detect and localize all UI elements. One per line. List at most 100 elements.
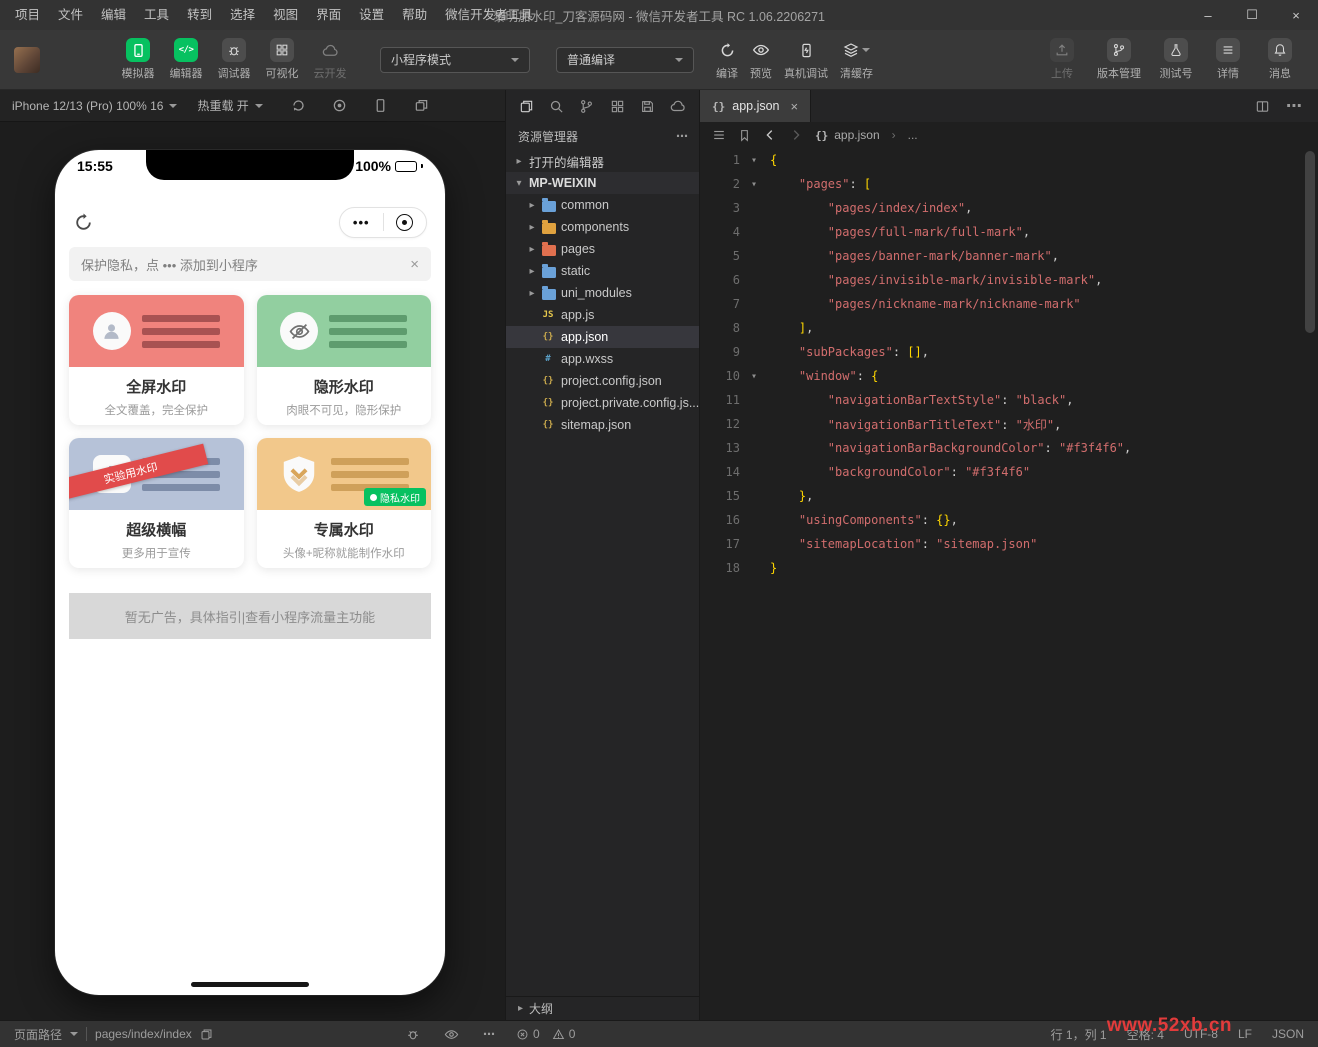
privacy-notice-bar[interactable]: 保护隐私，点 ••• 添加到小程序 × [69,247,431,281]
bookmark-icon[interactable] [738,129,751,142]
cloud-dev-button[interactable]: 云开发 [306,38,354,81]
vconsole-debug-icon[interactable] [406,1027,420,1041]
code-line-18[interactable]: 18} [700,556,1318,580]
close-button[interactable]: × [1274,0,1318,30]
device-debug-button[interactable]: 真机调试 [784,38,828,81]
split-editor-icon[interactable] [1255,99,1270,114]
breadcrumb-more[interactable]: ... [908,128,918,142]
avatar[interactable] [14,46,40,73]
code-line-8[interactable]: 8], [700,316,1318,340]
outline-list-icon[interactable] [712,128,726,142]
code-line-11[interactable]: 11 "navigationBarTextStyle": "black", [700,388,1318,412]
card-super-banner[interactable]: 实验用水印 超级横幅 更多用于宣传 [69,438,244,568]
cursor-position[interactable]: 行 1，列 1 [1051,1026,1107,1043]
files-icon[interactable] [519,99,534,114]
code-line-10[interactable]: 10 ▾ "window": { [700,364,1318,388]
menu-item-7[interactable]: 界面 [307,0,350,30]
menu-item-4[interactable]: 转到 [178,0,221,30]
code-line-3[interactable]: 3 "pages/index/index", [700,196,1318,220]
tree-item-sitemap.json[interactable]: {} sitemap.json [506,414,699,436]
breadcrumb-file[interactable]: {} app.json [815,128,880,142]
simulator-button[interactable]: 模拟器 [114,38,162,81]
details-button[interactable]: 详情 [1204,38,1252,81]
card-full-watermark[interactable]: 全屏水印 全文覆盖，完全保护 [69,295,244,425]
outline-section[interactable]: ▸ 大纲 [506,996,699,1020]
capsule-exit-button[interactable] [384,213,427,231]
multi-window-icon[interactable] [414,98,429,113]
record-icon[interactable] [332,98,347,113]
compile-button[interactable]: 编译 [716,38,738,81]
debugger-button[interactable]: 调试器 [210,38,258,81]
tree-item-static[interactable]: ▸ static [506,260,699,282]
compile-mode-select[interactable]: 普通编译 [556,46,694,73]
eol[interactable]: LF [1238,1027,1252,1041]
menu-item-0[interactable]: 项目 [6,0,49,30]
forward-icon[interactable] [789,128,803,142]
copy-icon[interactable] [200,1028,213,1041]
version-button[interactable]: 版本管理 [1090,38,1148,81]
menu-item-1[interactable]: 文件 [49,0,92,30]
maximize-button[interactable]: ☐ [1230,0,1274,30]
preview-button[interactable]: 预览 [750,38,772,81]
tree-item-uni_modules[interactable]: ▸ uni_modules [506,282,699,304]
code-line-4[interactable]: 4 "pages/full-mark/full-mark", [700,220,1318,244]
code-line-17[interactable]: 17 "sitemapLocation": "sitemap.json" [700,532,1318,556]
tree-item-[interactable]: ▸ 打开的编辑器 [506,150,699,172]
fold-chevron-icon[interactable]: ▾ [744,155,764,166]
messages-button[interactable]: 消息 [1256,38,1304,81]
page-path-value[interactable]: pages/index/index [95,1027,192,1041]
code-line-5[interactable]: 5 "pages/banner-mark/banner-mark", [700,244,1318,268]
tree-item-common[interactable]: ▸ common [506,194,699,216]
more-icon[interactable]: ⋯ [1286,96,1302,116]
card-exclusive-watermark[interactable]: 隐私水印 专属水印 头像+昵称就能制作水印 [256,438,431,568]
tree-item-pages[interactable]: ▸ pages [506,238,699,260]
tab-close-icon[interactable]: × [791,99,799,114]
fold-chevron-icon[interactable]: ▾ [744,179,764,190]
test-account-button[interactable]: 测试号 [1152,38,1200,81]
tree-item-MP-WEIXIN[interactable]: ▾ MP-WEIXIN [506,172,699,194]
menu-item-2[interactable]: 编辑 [92,0,135,30]
save-icon[interactable] [640,99,655,114]
upload-button[interactable]: 上传 [1038,38,1086,81]
minimize-button[interactable]: – [1186,0,1230,30]
hot-reload-select[interactable]: 热重载 开 [197,97,263,114]
menu-item-6[interactable]: 视图 [264,0,307,30]
tab-app-json[interactable]: {} app.json × [700,90,812,122]
clear-cache-button[interactable]: 清缓存 [840,38,873,81]
notice-close-icon[interactable]: × [410,256,419,273]
code-line-13[interactable]: 13 "navigationBarBackgroundColor": "#f3f4… [700,436,1318,460]
code-line-16[interactable]: 16 "usingComponents": {}, [700,508,1318,532]
capsule-more-button[interactable]: ••• [340,215,383,230]
code-editor[interactable]: 1 ▾ {2 ▾ "pages": [3 "pages/index/index", 4 "pa… [700,148,1318,1020]
menu-item-9[interactable]: 帮助 [393,0,436,30]
menu-item-5[interactable]: 选择 [221,0,264,30]
fold-chevron-icon[interactable]: ▾ [744,371,764,382]
page-path-label[interactable]: 页面路径 [14,1026,62,1043]
tree-item-project.private.config.js...[interactable]: {} project.private.config.js... [506,392,699,414]
refresh-icon[interactable] [73,212,94,233]
editor-button[interactable]: </> 编辑器 [162,38,210,81]
code-line-7[interactable]: 7 "pages/nickname-mark/nickname-mark" [700,292,1318,316]
code-line-6[interactable]: 6 "pages/invisible-mark/invisible-mark", [700,268,1318,292]
menu-item-10[interactable]: 微信开发者工具 [436,0,542,30]
preview-eye-icon[interactable] [444,1027,459,1042]
code-line-14[interactable]: 14 "backgroundColor": "#f3f4f6" [700,460,1318,484]
problems-indicator[interactable]: 0 0 [516,1027,575,1041]
tree-item-project.config.json[interactable]: {} project.config.json [506,370,699,392]
cloud-icon[interactable] [670,98,686,114]
device-frame-icon[interactable] [373,98,388,113]
editor-scrollbar[interactable] [1305,151,1315,333]
ad-notice-bar[interactable]: 暂无广告，具体指引|查看小程序流量主功能 [69,593,431,639]
language-mode[interactable]: JSON [1272,1027,1304,1041]
back-icon[interactable] [763,128,777,142]
more-icon[interactable]: ⋯ [483,1027,495,1041]
code-line-1[interactable]: 1 ▾ { [700,148,1318,172]
more-icon[interactable]: ⋯ [676,129,699,143]
menu-item-8[interactable]: 设置 [350,0,393,30]
tree-item-app.wxss[interactable]: # app.wxss [506,348,699,370]
git-branch-icon[interactable] [579,99,594,114]
code-line-12[interactable]: 12 "navigationBarTitleText": "水印", [700,412,1318,436]
code-line-9[interactable]: 9 "subPackages": [], [700,340,1318,364]
card-invisible-watermark[interactable]: 隐形水印 肉眼不可见，隐形保护 [256,295,431,425]
tree-item-app.json[interactable]: {} app.json [506,326,699,348]
